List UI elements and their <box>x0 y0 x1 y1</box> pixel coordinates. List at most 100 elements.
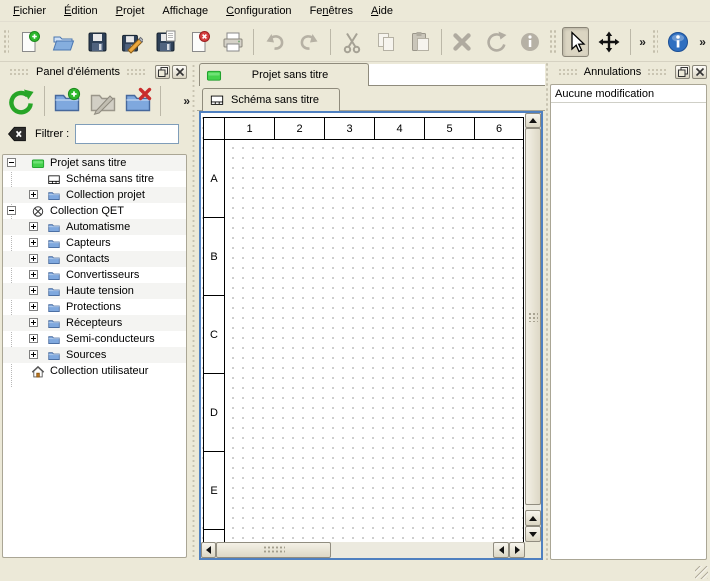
scroll-right-button[interactable] <box>509 542 525 558</box>
toolbar-overflow-button[interactable]: » <box>635 35 650 49</box>
menu-fenetres[interactable]: Fenêtres <box>301 2 362 20</box>
new-category-button[interactable] <box>50 85 84 117</box>
redo-button[interactable] <box>295 27 323 57</box>
toolbar-drag-handle[interactable] <box>549 29 555 55</box>
menu-label: Afficha <box>162 5 195 17</box>
tree-item-haute-tension[interactable]: Haute tension <box>3 283 186 299</box>
menu-aide[interactable]: Aide <box>362 2 402 20</box>
delete-x-icon <box>450 30 474 54</box>
diagram-icon <box>47 173 61 186</box>
diagram-canvas[interactable]: 1 2 3 4 5 6 A B C D E <box>201 113 525 542</box>
tree-item-collection-utilisateur[interactable]: Collection utilisateur <box>3 363 186 379</box>
menu-label: ide <box>378 5 393 17</box>
diagram-tab[interactable]: Schéma sans titre <box>202 88 340 111</box>
dock-float-button[interactable] <box>155 65 170 79</box>
expand-expander-icon[interactable] <box>29 270 38 279</box>
tree-item-projet-sans-titre[interactable]: Projet sans titre <box>3 155 186 171</box>
toolbar-drag-handle[interactable] <box>652 29 658 55</box>
elements-tree: Projet sans titre Schéma sans titre Coll… <box>2 154 187 558</box>
about-qet-button[interactable] <box>664 27 692 57</box>
expand-expander-icon[interactable] <box>29 190 38 199</box>
project-tab[interactable]: Projet sans titre <box>199 63 369 86</box>
pan-mode-button[interactable] <box>595 27 623 57</box>
elements-panel-title: Panel d'éléments <box>36 66 120 78</box>
edit-category-button[interactable] <box>86 85 120 117</box>
dock-float-button[interactable] <box>675 65 690 79</box>
copy-button[interactable] <box>372 27 400 57</box>
horizontal-scrollbar[interactable] <box>201 542 525 558</box>
tree-item-collection-projet[interactable]: Collection projet <box>3 187 186 203</box>
tree-item-contacts[interactable]: Contacts <box>3 251 186 267</box>
tree-item-convertisseurs[interactable]: Convertisseurs <box>3 267 186 283</box>
collapse-expander-icon[interactable] <box>7 206 16 215</box>
menu-edition[interactable]: Édition <box>55 2 107 20</box>
window-resize-grip[interactable] <box>695 566 708 579</box>
scroll-up-button[interactable] <box>525 113 541 128</box>
scroll-down-button[interactable] <box>525 526 541 542</box>
close-document-button[interactable] <box>185 27 213 57</box>
scroll-left-button-right[interactable] <box>493 542 509 558</box>
vertical-scroll-thumb[interactable] <box>525 128 541 505</box>
menu-bar: Fichier Édition Projet Affichage Configu… <box>0 0 710 22</box>
diagram-view[interactable]: 1 2 3 4 5 6 A B C D E <box>199 111 543 560</box>
scroll-left-button[interactable] <box>201 542 216 558</box>
selection-mode-button[interactable] <box>562 27 590 57</box>
move-cross-icon <box>597 30 621 54</box>
paste-button[interactable] <box>406 27 434 57</box>
menu-mnemonic: P <box>116 5 123 17</box>
expand-expander-icon[interactable] <box>29 350 38 359</box>
filter-input[interactable] <box>75 124 179 144</box>
tree-item-semi-conducteurs[interactable]: Semi-conducteurs <box>3 331 186 347</box>
delete-category-button[interactable] <box>121 85 155 117</box>
expand-expander-icon[interactable] <box>29 222 38 231</box>
printer-icon <box>221 30 245 54</box>
save-button[interactable] <box>83 27 111 57</box>
reload-collections-button[interactable] <box>5 85 39 117</box>
tree-item-collection-qet[interactable]: Collection QET <box>3 203 186 219</box>
horizontal-scroll-thumb[interactable] <box>216 542 331 558</box>
save-as-button[interactable] <box>117 27 145 57</box>
menu-projet[interactable]: Projet <box>107 2 154 20</box>
clear-filter-icon[interactable] <box>7 126 27 142</box>
cut-button[interactable] <box>338 27 366 57</box>
folder-icon <box>47 237 61 250</box>
element-info-button[interactable] <box>516 27 544 57</box>
menu-affichage[interactable]: Affichage <box>153 2 217 20</box>
elements-panel-titlebar[interactable]: Panel d'éléments <box>0 62 190 82</box>
save-all-button[interactable] <box>151 27 179 57</box>
tree-item-automatisme[interactable]: Automatisme <box>3 219 186 235</box>
tree-item-capteurs[interactable]: Capteurs <box>3 235 186 251</box>
undo-button[interactable] <box>261 27 289 57</box>
expand-expander-icon[interactable] <box>29 286 38 295</box>
expand-expander-icon[interactable] <box>29 238 38 247</box>
panel-overflow-button[interactable]: » <box>183 94 190 108</box>
toolbar-drag-handle[interactable] <box>3 29 9 55</box>
expand-expander-icon[interactable] <box>29 318 38 327</box>
collapse-expander-icon[interactable] <box>7 158 16 167</box>
menu-fichier[interactable]: Fichier <box>4 2 55 20</box>
tree-item-recepteurs[interactable]: Récepteurs <box>3 315 186 331</box>
undo-list-item[interactable]: Aucune modification <box>551 85 706 103</box>
tree-item-protections[interactable]: Protections <box>3 299 186 315</box>
new-document-button[interactable] <box>15 27 43 57</box>
dock-splitter[interactable] <box>190 62 197 560</box>
expand-expander-icon[interactable] <box>29 334 38 343</box>
undo-dock-titlebar[interactable]: Annulations <box>549 62 710 82</box>
row-label: D <box>210 407 218 419</box>
undo-dock: Annulations Aucune modification <box>549 62 710 560</box>
expand-expander-icon[interactable] <box>29 302 38 311</box>
tree-item-schema-sans-titre[interactable]: Schéma sans titre <box>3 171 186 187</box>
expand-expander-icon[interactable] <box>29 254 38 263</box>
menu-configuration[interactable]: Configuration <box>217 2 300 20</box>
dock-close-button[interactable] <box>692 65 707 79</box>
dock-close-button[interactable] <box>172 65 187 79</box>
delete-button[interactable] <box>449 27 477 57</box>
scroll-up-button-bottom[interactable] <box>525 510 541 526</box>
reload-icon <box>8 88 35 115</box>
open-document-button[interactable] <box>49 27 77 57</box>
toolbar-overflow-button[interactable]: » <box>695 35 710 49</box>
tree-item-sources[interactable]: Sources <box>3 347 186 363</box>
vertical-scrollbar[interactable] <box>525 113 541 542</box>
rotate-button[interactable] <box>482 27 510 57</box>
print-button[interactable] <box>219 27 247 57</box>
